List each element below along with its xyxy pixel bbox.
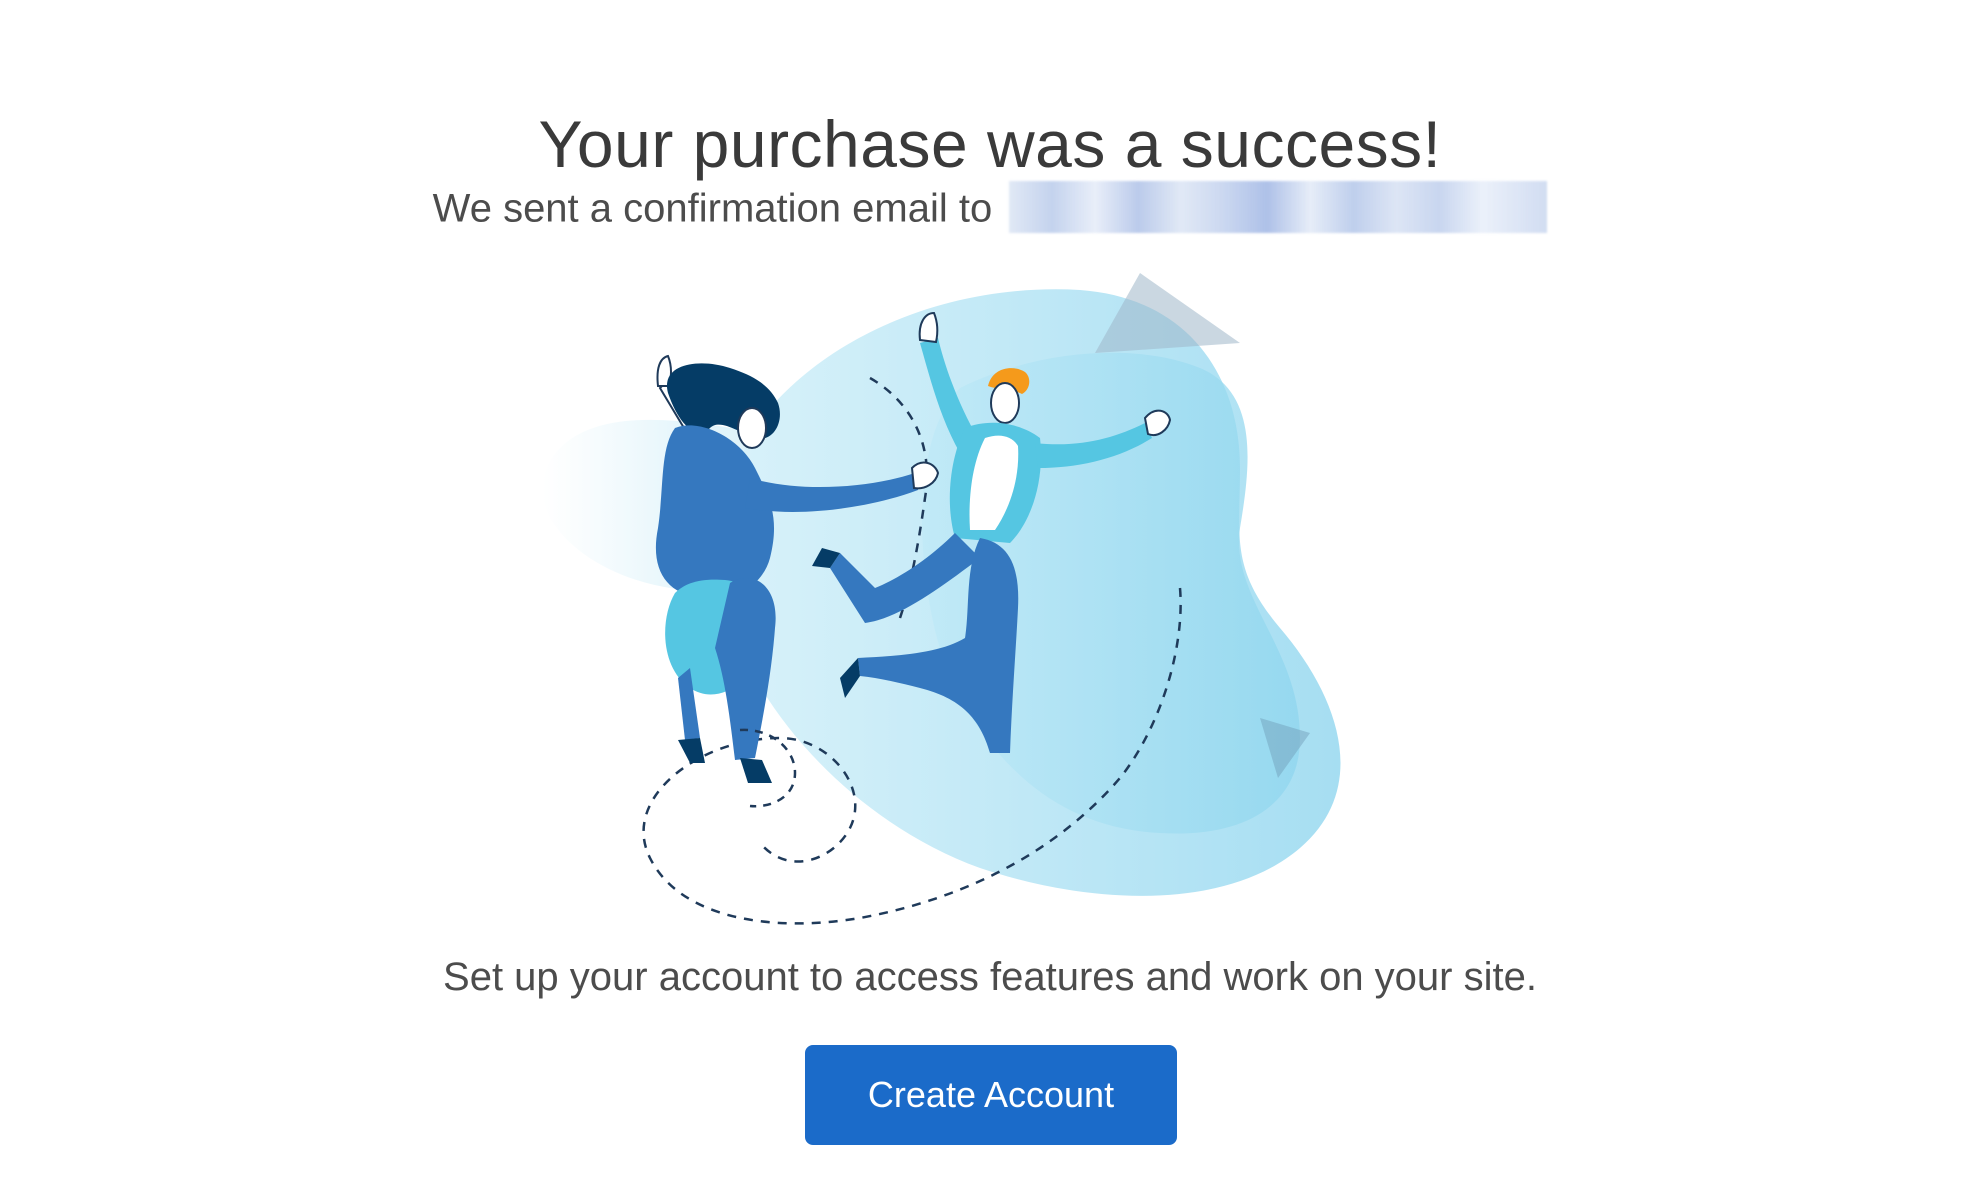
celebrating-people-illustration (542, 273, 1341, 925)
confirmation-message: We sent a confirmation email to (0, 181, 1980, 237)
page-title: Your purchase was a success! (538, 107, 1442, 182)
confirmation-text: We sent a confirmation email to (432, 186, 993, 231)
purchase-success-page: Your purchase was a success! We sent a c… (0, 0, 1980, 1196)
create-account-button[interactable]: Create Account (805, 1045, 1177, 1145)
setup-account-text: Set up your account to access features a… (443, 955, 1537, 999)
blurred-email-address (1009, 181, 1548, 233)
